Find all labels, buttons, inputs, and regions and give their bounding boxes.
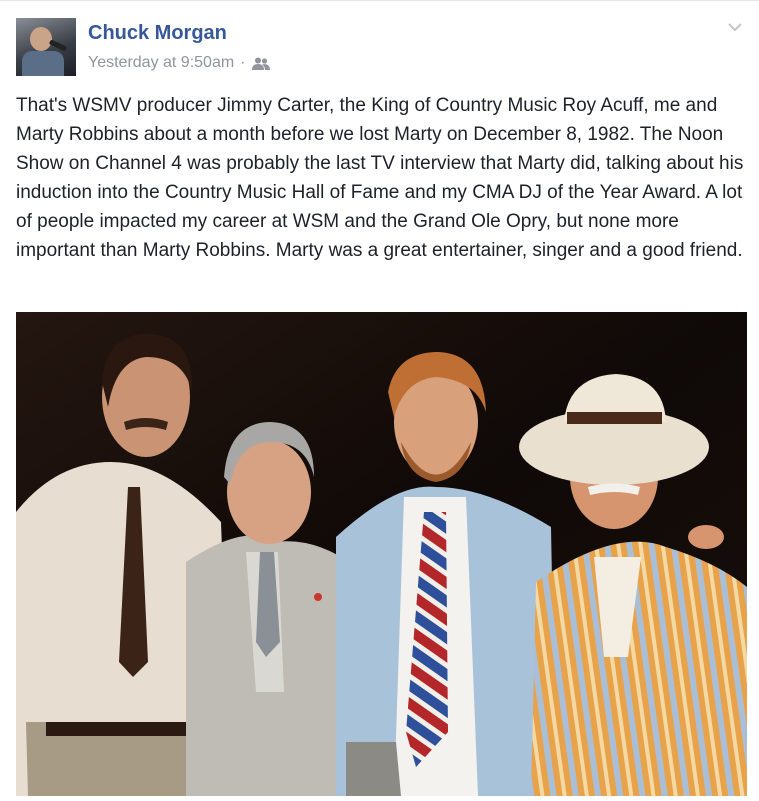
- chevron-down-icon[interactable]: [727, 20, 743, 38]
- post-timestamp[interactable]: Yesterday at 9:50am: [88, 54, 234, 72]
- meta-separator: ·: [240, 54, 246, 71]
- post-photo[interactable]: [16, 312, 747, 796]
- friends-icon[interactable]: [251, 56, 270, 70]
- author-name-link[interactable]: Chuck Morgan: [88, 22, 227, 45]
- post-text: That's WSMV producer Jimmy Carter, the K…: [16, 95, 744, 261]
- post-header: Chuck Morgan Yesterday at 9:50am ·: [16, 18, 743, 76]
- post-card: Chuck Morgan Yesterday at 9:50am · That'…: [0, 0, 759, 801]
- post-meta: Yesterday at 9:50am ·: [88, 54, 270, 72]
- author-avatar[interactable]: [16, 18, 76, 76]
